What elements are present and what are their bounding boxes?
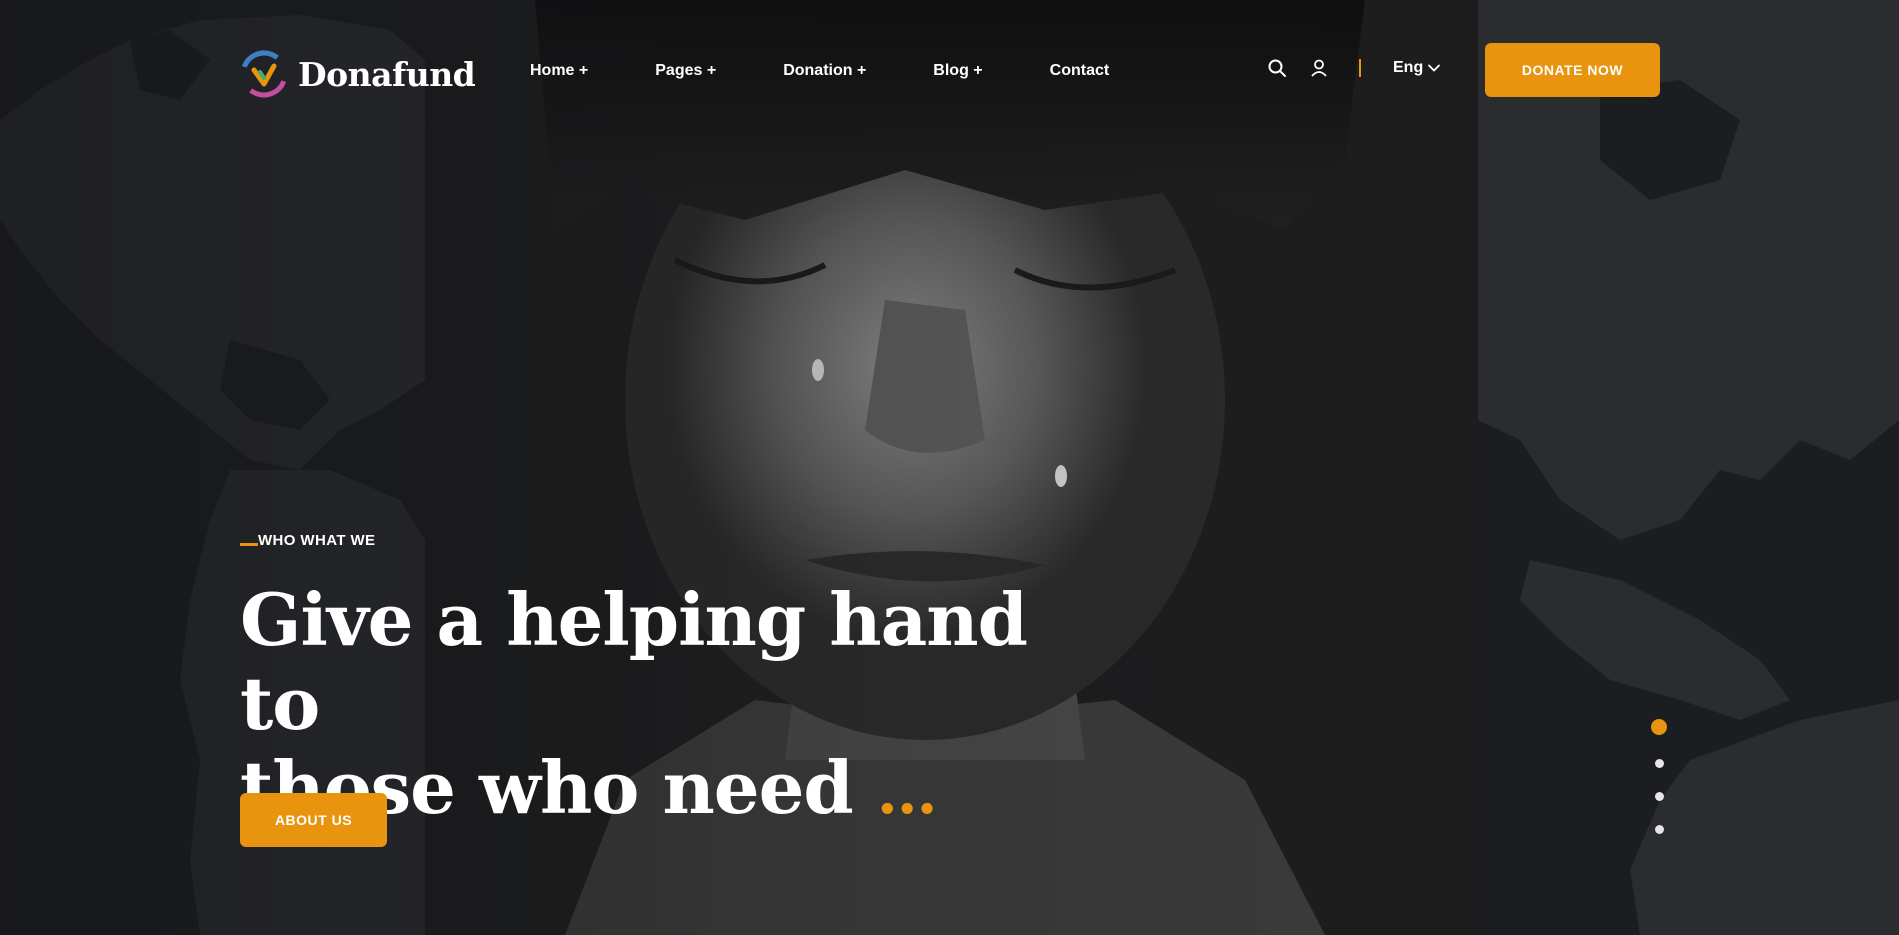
donate-now-button[interactable]: DONATE NOW xyxy=(1485,43,1660,97)
nav-item-home[interactable]: Home + xyxy=(530,62,588,80)
section-eyebrow: WHO WHAT WE xyxy=(240,532,375,549)
brand-logo[interactable]: Donafund xyxy=(240,50,476,98)
slider-dot-1[interactable] xyxy=(1651,719,1667,735)
search-icon[interactable] xyxy=(1267,58,1287,78)
header-tools: Eng xyxy=(1267,58,1441,78)
donafund-logo-icon xyxy=(240,50,288,98)
user-icon[interactable] xyxy=(1309,58,1329,78)
nav-item-blog[interactable]: Blog + xyxy=(933,62,982,80)
header-divider xyxy=(1359,59,1361,77)
hero-section: Donafund Home + Pages + Donation + Blog … xyxy=(0,0,1899,935)
nav-item-donation[interactable]: Donation + xyxy=(783,62,866,80)
language-selector[interactable]: Eng xyxy=(1393,59,1441,77)
slider-pagination xyxy=(1650,719,1668,834)
slider-dot-3[interactable] xyxy=(1654,792,1664,801)
headline-ellipsis: ... xyxy=(876,758,938,828)
site-header: Donafund Home + Pages + Donation + Blog … xyxy=(0,0,1899,148)
language-label: Eng xyxy=(1393,59,1424,76)
chevron-down-icon xyxy=(1428,64,1441,72)
eyebrow-text: WHO WHAT WE xyxy=(258,532,376,549)
about-us-button[interactable]: ABOUT US xyxy=(240,793,387,847)
main-nav: Home + Pages + Donation + Blog + Contact xyxy=(530,62,1109,80)
slider-dot-2[interactable] xyxy=(1654,759,1664,768)
headline-line-1: Give a helping hand to xyxy=(240,577,1028,746)
brand-name: Donafund xyxy=(298,54,476,94)
nav-item-pages[interactable]: Pages + xyxy=(655,62,716,80)
eyebrow-accent-line xyxy=(240,543,258,546)
nav-item-contact[interactable]: Contact xyxy=(1050,62,1110,80)
slider-dot-4[interactable] xyxy=(1654,825,1664,834)
